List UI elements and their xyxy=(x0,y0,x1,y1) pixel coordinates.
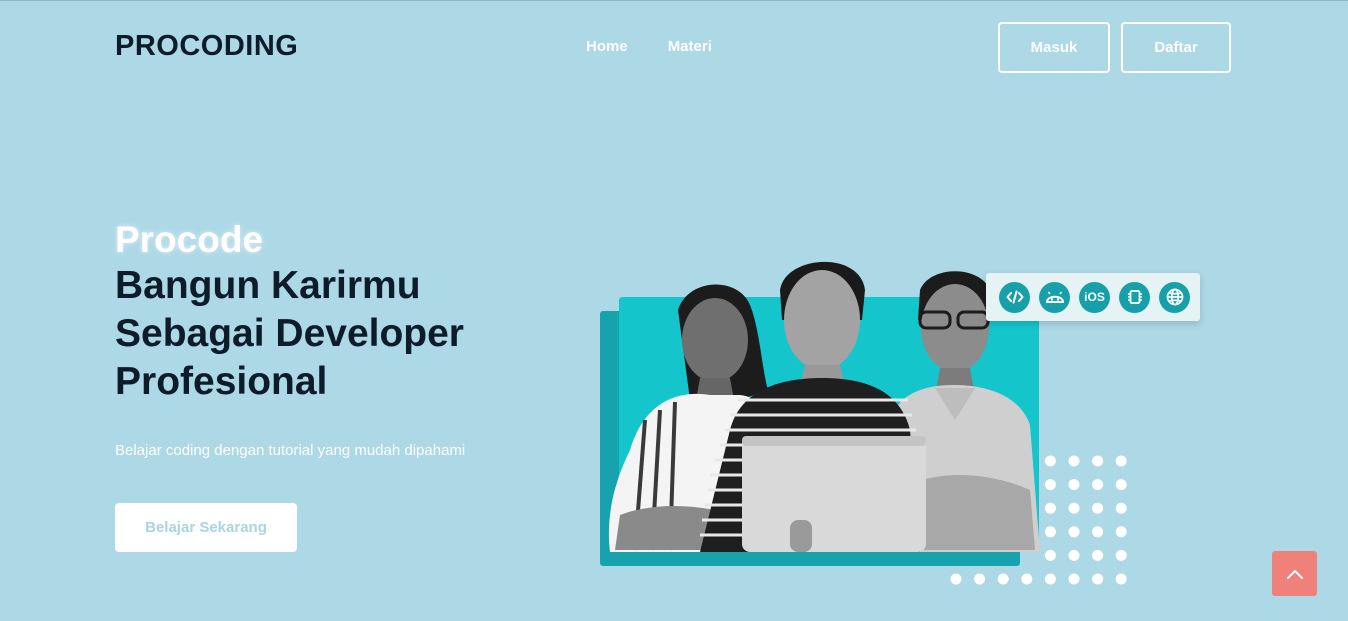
chevron-up-icon xyxy=(1286,569,1303,579)
decorative-dot xyxy=(1115,479,1127,491)
decorative-dot xyxy=(1115,526,1127,538)
decorative-dot xyxy=(974,573,986,585)
decorative-dot xyxy=(997,573,1009,585)
decorative-dot xyxy=(1021,573,1033,585)
brand-logo[interactable]: PROCODING xyxy=(115,30,298,63)
decorative-dot xyxy=(1092,573,1104,585)
decorative-dot xyxy=(1068,573,1080,585)
hero-title-line: Bangun Karirmu xyxy=(115,264,421,307)
nav-link-materi[interactable]: Materi xyxy=(668,38,712,55)
decorative-dot xyxy=(1115,502,1127,514)
decorative-dot xyxy=(1044,549,1056,561)
hero-title-line: Sebagai Developer xyxy=(115,312,464,355)
decorative-dot xyxy=(1092,526,1104,538)
hero-subtitle: Belajar coding dengan tutorial yang muda… xyxy=(115,442,466,459)
hero-title: Bangun Karirmu Sebagai Developer Profesi… xyxy=(115,262,555,406)
hero-heading: Procode Bangun Karirmu Sebagai Developer… xyxy=(115,218,555,406)
decorative-dot xyxy=(1068,549,1080,561)
hero-title-line: Profesional xyxy=(115,360,328,403)
decorative-dot-grid xyxy=(950,455,1127,585)
decorative-dot xyxy=(1115,573,1127,585)
register-button[interactable]: Daftar xyxy=(1121,22,1231,73)
decorative-dot xyxy=(950,573,962,585)
scroll-to-top-button[interactable] xyxy=(1272,551,1317,596)
chip-icon xyxy=(1119,281,1150,313)
laptop xyxy=(742,436,926,552)
decorative-dot xyxy=(1044,573,1056,585)
android-icon xyxy=(1039,281,1070,313)
decorative-dot xyxy=(1092,455,1104,467)
hero-accent-title: Procode xyxy=(115,219,264,260)
ios-icon: iOS xyxy=(1079,281,1110,313)
decorative-dot xyxy=(1044,455,1056,467)
decorative-dot xyxy=(1044,526,1056,538)
tech-icons-card: iOS xyxy=(986,273,1200,321)
decorative-dot xyxy=(1092,549,1104,561)
code-icon xyxy=(999,281,1030,313)
decorative-dot xyxy=(1068,479,1080,491)
decorative-dot xyxy=(1068,502,1080,514)
decorative-dot xyxy=(1044,502,1056,514)
decorative-dot xyxy=(1115,549,1127,561)
decorative-dot xyxy=(1068,526,1080,538)
decorative-dot xyxy=(1115,455,1127,467)
decorative-dot xyxy=(1092,502,1104,514)
decorative-dot xyxy=(1068,455,1080,467)
nav-link-home[interactable]: Home xyxy=(586,38,628,55)
decorative-dot xyxy=(1044,479,1056,491)
nav-links: Home Materi xyxy=(586,38,712,55)
cta-button[interactable]: Belajar Sekarang xyxy=(115,503,297,552)
navbar: PROCODING Home Materi Masuk Daftar xyxy=(0,0,1348,95)
globe-icon xyxy=(1159,281,1190,313)
login-button[interactable]: Masuk xyxy=(998,22,1110,73)
decorative-dot xyxy=(1092,479,1104,491)
